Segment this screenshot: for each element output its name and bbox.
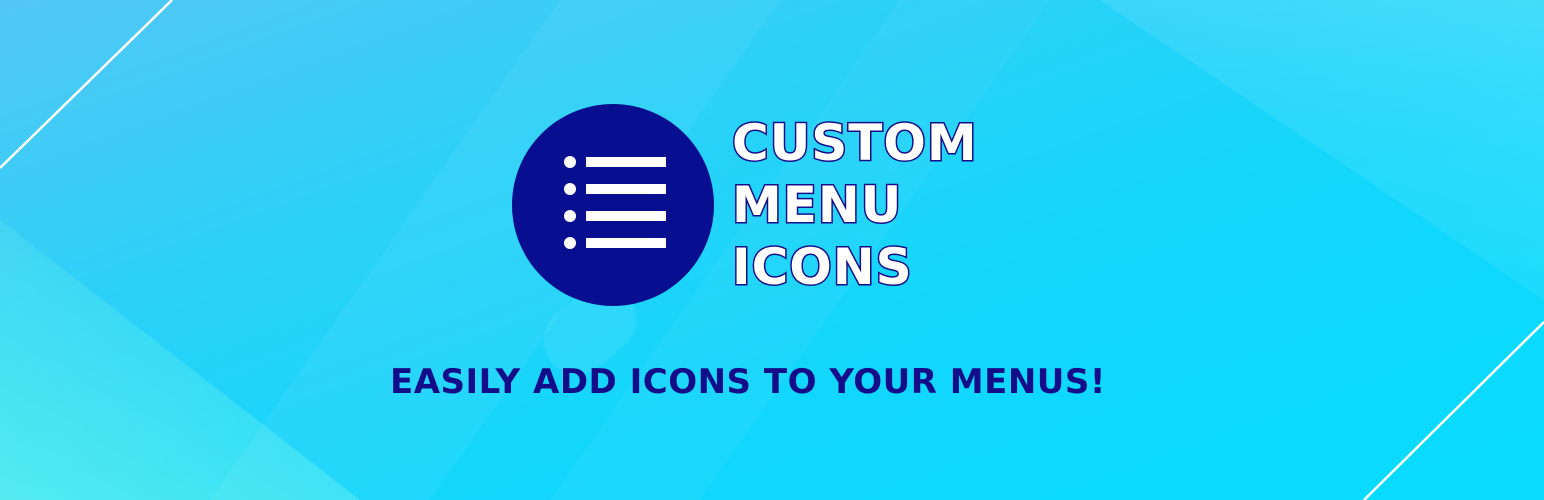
decor-line-right [1363,321,1544,500]
plugin-title: CUSTOM MENU ICONS [731,112,979,298]
title-line-icons: ICONS [731,237,914,298]
plugin-banner: CUSTOM MENU ICONS EASILY ADD ICONS TO YO… [0,0,1544,500]
logo-circle [512,104,714,306]
title-line-menu: MENU [731,175,903,236]
list-icon-line [586,238,666,248]
list-icon-bullet [564,183,576,195]
tagline: EASILY ADD ICONS TO YOUR MENUS! [390,362,1106,402]
list-icon-bullet [564,237,576,249]
title-line-custom: CUSTOM [731,113,979,174]
list-icon-line [586,211,666,221]
list-icon-bullet [564,156,576,168]
decor-line-left [0,0,173,169]
list-icon-bullet [564,210,576,222]
list-icon-line [586,157,666,167]
list-icon-line [586,184,666,194]
